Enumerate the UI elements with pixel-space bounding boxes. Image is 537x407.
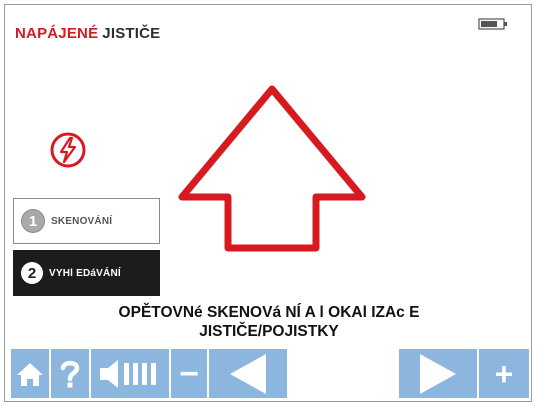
help-button[interactable] <box>51 349 91 398</box>
title-highlight: NAPÁJENÉ <box>15 25 99 42</box>
plus-icon: + <box>494 355 514 392</box>
scan-step-number: 1 <box>21 209 45 233</box>
volume-icon <box>100 359 156 388</box>
scan-mode-label: SKENOVÁNÍ <box>51 215 113 227</box>
device-screen: NAPÁJENÉ JISTIČE 1 SKENOVÁNÍ 2 VYHl EDáVÁ… <box>4 4 532 402</box>
up-arrow-icon <box>178 85 366 252</box>
home-button[interactable] <box>11 349 51 398</box>
scan-mode-button[interactable]: 1 SKENOVÁNÍ <box>13 198 160 244</box>
message-line-2: JISTIČE/POJISTKY <box>199 323 339 340</box>
search-mode-label: VYHl EDáVÁNÍ <box>49 267 121 279</box>
left-arrow-button[interactable] <box>209 349 289 398</box>
lightning-bolt-icon <box>50 132 86 168</box>
plus-button[interactable]: + <box>479 349 529 398</box>
adjust-value-display <box>289 349 399 398</box>
right-arrow-button[interactable] <box>399 349 479 398</box>
search-mode-button[interactable]: 2 VYHl EDáVÁNÍ <box>13 250 160 296</box>
home-icon <box>17 362 43 386</box>
page-title: NAPÁJENÉ JISTIČE <box>15 25 160 42</box>
left-arrow-icon <box>230 353 266 394</box>
bottom-toolbar: − + <box>11 349 529 398</box>
message-line-1: OPĚTOVNé SKENOVá NÍ A l OKAl IZAc E <box>118 304 420 321</box>
volume-button[interactable] <box>91 349 171 398</box>
search-step-number: 2 <box>21 262 43 284</box>
battery-icon <box>478 18 507 30</box>
minus-icon: − <box>179 354 199 393</box>
help-icon <box>60 360 80 387</box>
instruction-message: OPĚTOVNé SKENOVá NÍ A l OKAl IZAc E JIST… <box>5 303 531 341</box>
right-arrow-icon <box>420 353 456 394</box>
minus-button[interactable]: − <box>171 349 209 398</box>
title-rest: JISTIČE <box>102 25 161 42</box>
